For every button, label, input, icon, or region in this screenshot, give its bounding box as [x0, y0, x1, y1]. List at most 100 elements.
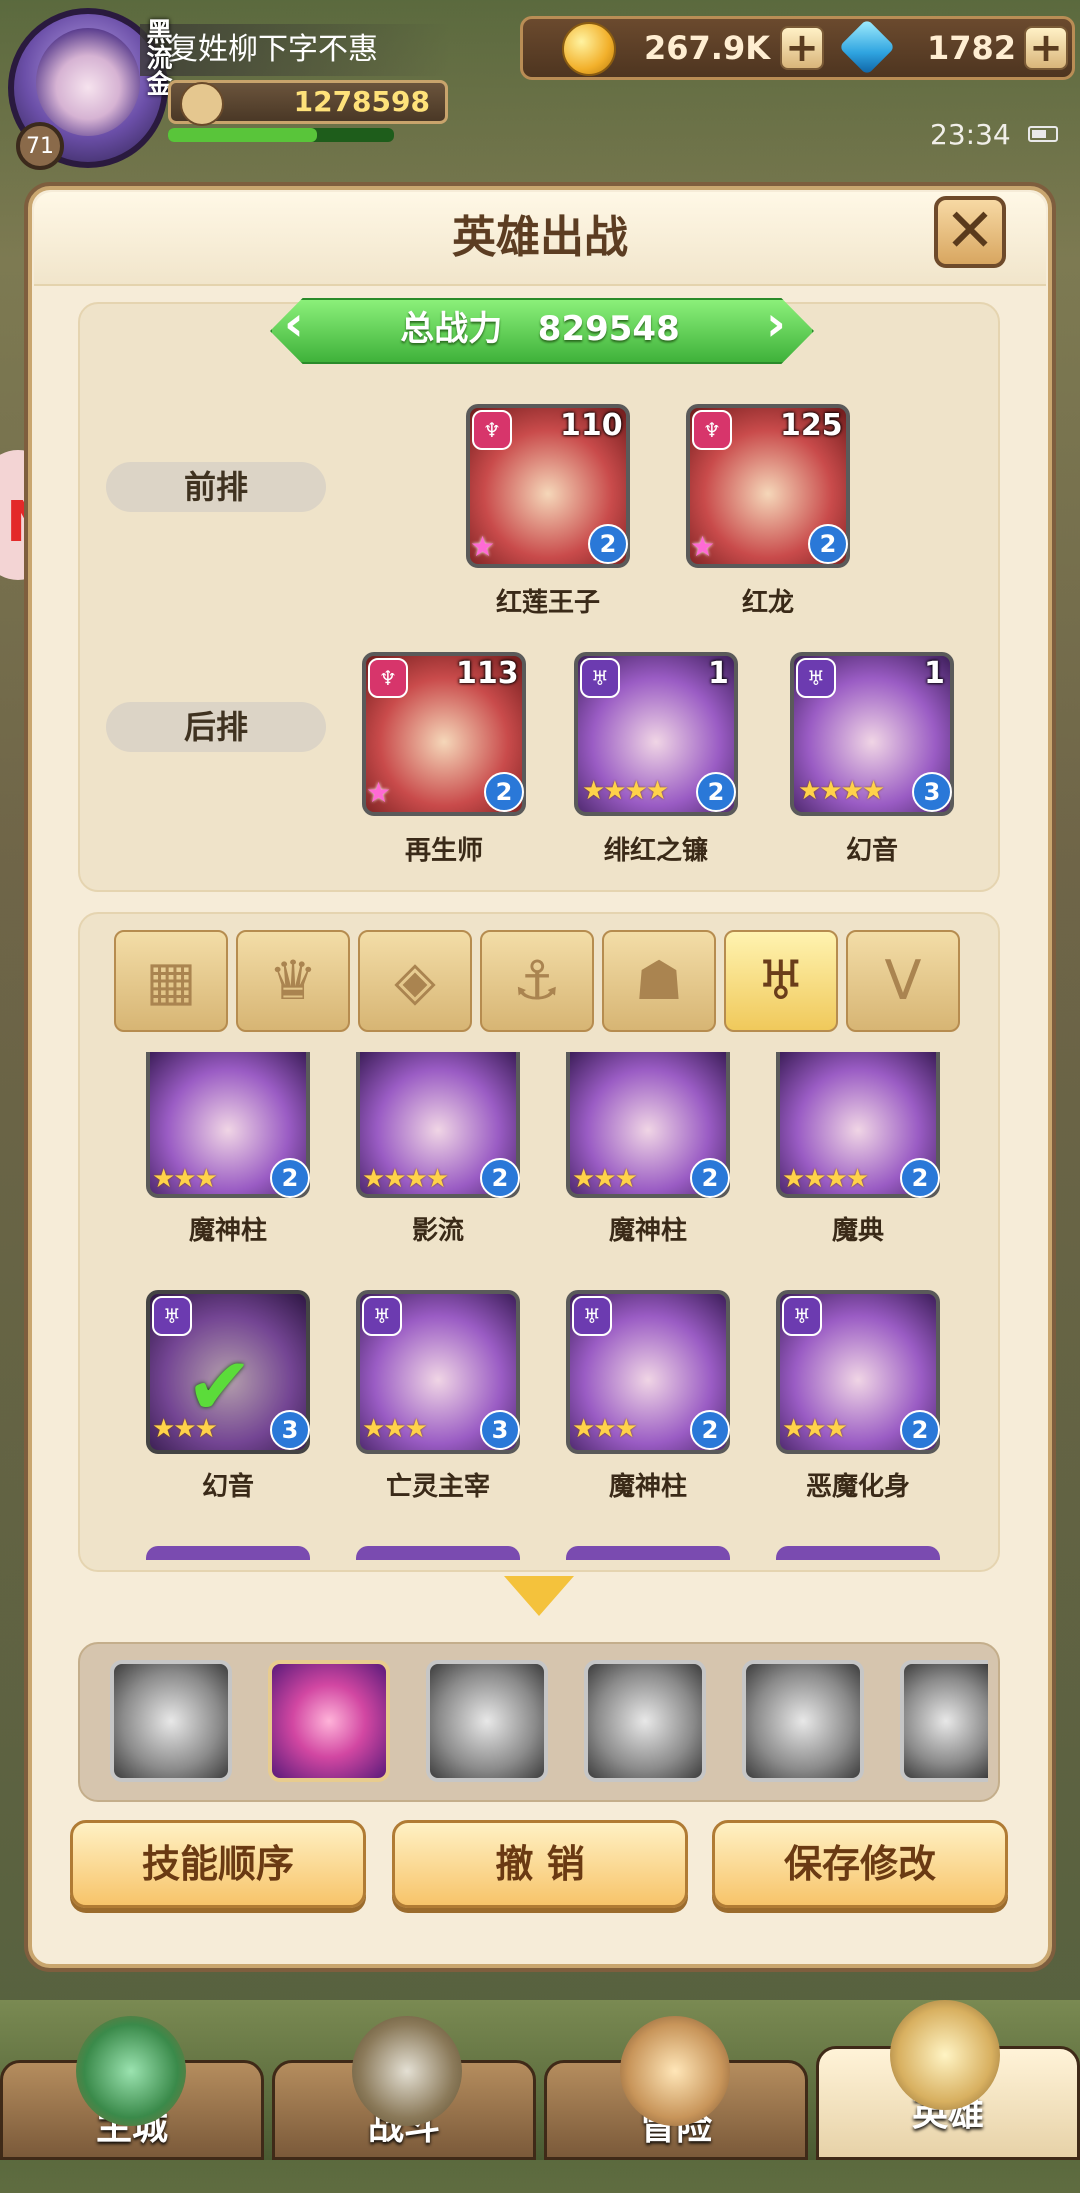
skill-slot-active[interactable] — [268, 1660, 390, 1782]
hero-rank: 2 — [808, 524, 848, 564]
hero-name: 红莲王子 — [495, 588, 600, 618]
hero-name: 绯红之镰 — [603, 836, 708, 866]
hero-level: 113 — [456, 656, 519, 691]
star-icon: ★ — [470, 530, 496, 563]
hero-name: 亡灵主宰 — [385, 1472, 490, 1502]
add-gold-button[interactable]: + — [780, 26, 824, 70]
hero-name: 魔神柱 — [608, 1216, 687, 1246]
roster-hero-card-partial[interactable] — [566, 1546, 730, 1560]
filter-tab-all[interactable]: ▦ — [114, 930, 228, 1032]
star-rating: ★★★ — [572, 1414, 638, 1444]
filter-tab-diamond[interactable]: ◈ — [358, 930, 472, 1032]
filter-tab-crown[interactable]: ♛ — [236, 930, 350, 1032]
hero-name: 幻音 — [845, 836, 898, 866]
star-rating: ★★★★ — [582, 776, 669, 806]
star-rating: ★★★ — [362, 1414, 428, 1444]
skill-slot[interactable] — [110, 1660, 232, 1782]
demon-icon: ♅ — [756, 949, 806, 1012]
hero-level: 1 — [924, 656, 945, 691]
beast-icon: ☗ — [634, 949, 684, 1012]
filter-tab-beast[interactable]: ☗ — [602, 930, 716, 1032]
hero-level: 110 — [560, 408, 623, 443]
hero-rank: 2 — [480, 1158, 520, 1198]
player-power-value: 1278598 — [293, 85, 430, 118]
total-power: 总战力 829548 — [270, 298, 810, 360]
hero-rank: 2 — [588, 524, 628, 564]
faction-icon: ♅ — [152, 1296, 192, 1336]
crossed-swords-icon — [352, 2016, 462, 2126]
clock: 23:34 — [930, 118, 1011, 151]
star-rating: ★★★ — [152, 1164, 218, 1194]
gem-amount: 1782 — [926, 29, 1016, 67]
roster-hero-card-partial[interactable] — [146, 1546, 310, 1560]
star-icon: ★ — [366, 776, 392, 809]
save-changes-button[interactable]: 保存修改 — [712, 1820, 1008, 1908]
gold-coin-icon — [562, 22, 616, 76]
battery-icon — [1028, 126, 1058, 142]
total-power-label: 总战力 — [400, 309, 503, 349]
player-hp-fill — [168, 128, 317, 142]
hero-name: 魔神柱 — [608, 1472, 687, 1502]
star-rating: ★★★★ — [362, 1164, 449, 1194]
skill-slot[interactable] — [742, 1660, 864, 1782]
roster-hero-card-partial[interactable] — [356, 1546, 520, 1560]
map-icon — [620, 2016, 730, 2126]
player-name: 复姓柳下字不惠 — [140, 24, 450, 76]
hero-rank: 2 — [690, 1158, 730, 1198]
filter-tab-anchor[interactable]: ⚓ — [480, 930, 594, 1032]
star-rating: ★★★ — [782, 1414, 848, 1444]
filter-tab-wing[interactable]: V — [846, 930, 960, 1032]
hero-level: 1 — [708, 656, 729, 691]
faction-icon: ♅ — [580, 658, 620, 698]
hero-name: 幻音 — [201, 1472, 254, 1502]
hero-rank: 3 — [480, 1410, 520, 1450]
hero-rank: 2 — [900, 1410, 940, 1450]
star-rating: ★★★ — [572, 1164, 638, 1194]
swords-icon — [180, 82, 224, 126]
hero-name: 再生师 — [404, 836, 483, 866]
close-button[interactable]: ✕ — [934, 196, 1006, 268]
star-rating: ★★★ — [152, 1414, 218, 1444]
faction-icon: ♆ — [692, 410, 732, 450]
hero-rank: 2 — [690, 1410, 730, 1450]
faction-icon: ♆ — [472, 410, 512, 450]
hero-name: 恶魔化身 — [805, 1472, 910, 1502]
hero-rank: 2 — [270, 1158, 310, 1198]
skill-order-button[interactable]: 技能顺序 — [70, 1820, 366, 1908]
undo-button[interactable]: 撤 销 — [392, 1820, 688, 1908]
hero-name: 魔典 — [831, 1216, 884, 1246]
hero-name: 红龙 — [741, 588, 794, 618]
star-rating: ★★★★ — [798, 776, 885, 806]
hero-name: 魔神柱 — [188, 1216, 267, 1246]
gold-amount: 267.9K — [643, 29, 770, 67]
front-row-label: 前排 — [106, 462, 326, 512]
total-power-value: 829548 — [537, 309, 680, 349]
add-gem-button[interactable]: + — [1024, 26, 1068, 70]
hero-rank: 2 — [484, 772, 524, 812]
scroll-down-arrow-icon[interactable] — [504, 1576, 574, 1622]
hero-rank: 3 — [270, 1410, 310, 1450]
faction-icon: ♅ — [572, 1296, 612, 1336]
skill-slot-partial[interactable] — [900, 1660, 988, 1782]
skill-slot[interactable] — [584, 1660, 706, 1782]
faction-icon: ♅ — [782, 1296, 822, 1336]
grid-icon: ▦ — [145, 949, 197, 1012]
roster-hero-card-partial[interactable] — [776, 1546, 940, 1560]
hero-rank: 2 — [696, 772, 736, 812]
skill-slot[interactable] — [426, 1660, 548, 1782]
panel-title: 英雄出战 — [452, 212, 628, 263]
avatar-portrait — [36, 28, 140, 136]
wing-icon: V — [884, 949, 922, 1012]
star-rating: ★★★★ — [782, 1164, 869, 1194]
faction-icon: ♅ — [362, 1296, 402, 1336]
diamond-icon: ◈ — [394, 949, 436, 1012]
hero-name: 影流 — [411, 1216, 464, 1246]
helmet-icon — [890, 2000, 1000, 2110]
faction-icon: ♆ — [368, 658, 408, 698]
faction-icon: ♅ — [796, 658, 836, 698]
filter-tab-demon[interactable]: ♅ — [724, 930, 838, 1032]
crown-icon: ♛ — [268, 949, 318, 1012]
player-level-badge: 71 — [16, 122, 64, 170]
hero-rank: 2 — [900, 1158, 940, 1198]
hero-rank: 3 — [912, 772, 952, 812]
